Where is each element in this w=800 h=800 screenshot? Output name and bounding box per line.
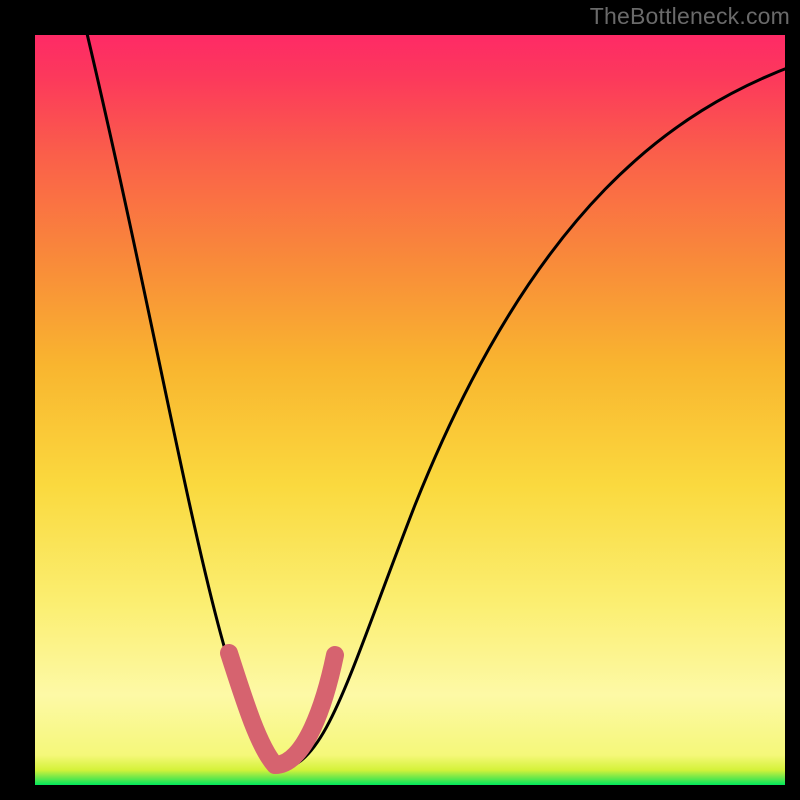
- chart-frame: TheBottleneck.com: [0, 0, 800, 800]
- watermark-text: TheBottleneck.com: [590, 3, 790, 30]
- chart-svg: [35, 35, 785, 785]
- highlight-segment: [229, 653, 335, 765]
- bottleneck-curve: [85, 25, 795, 770]
- plot-area: [35, 35, 785, 785]
